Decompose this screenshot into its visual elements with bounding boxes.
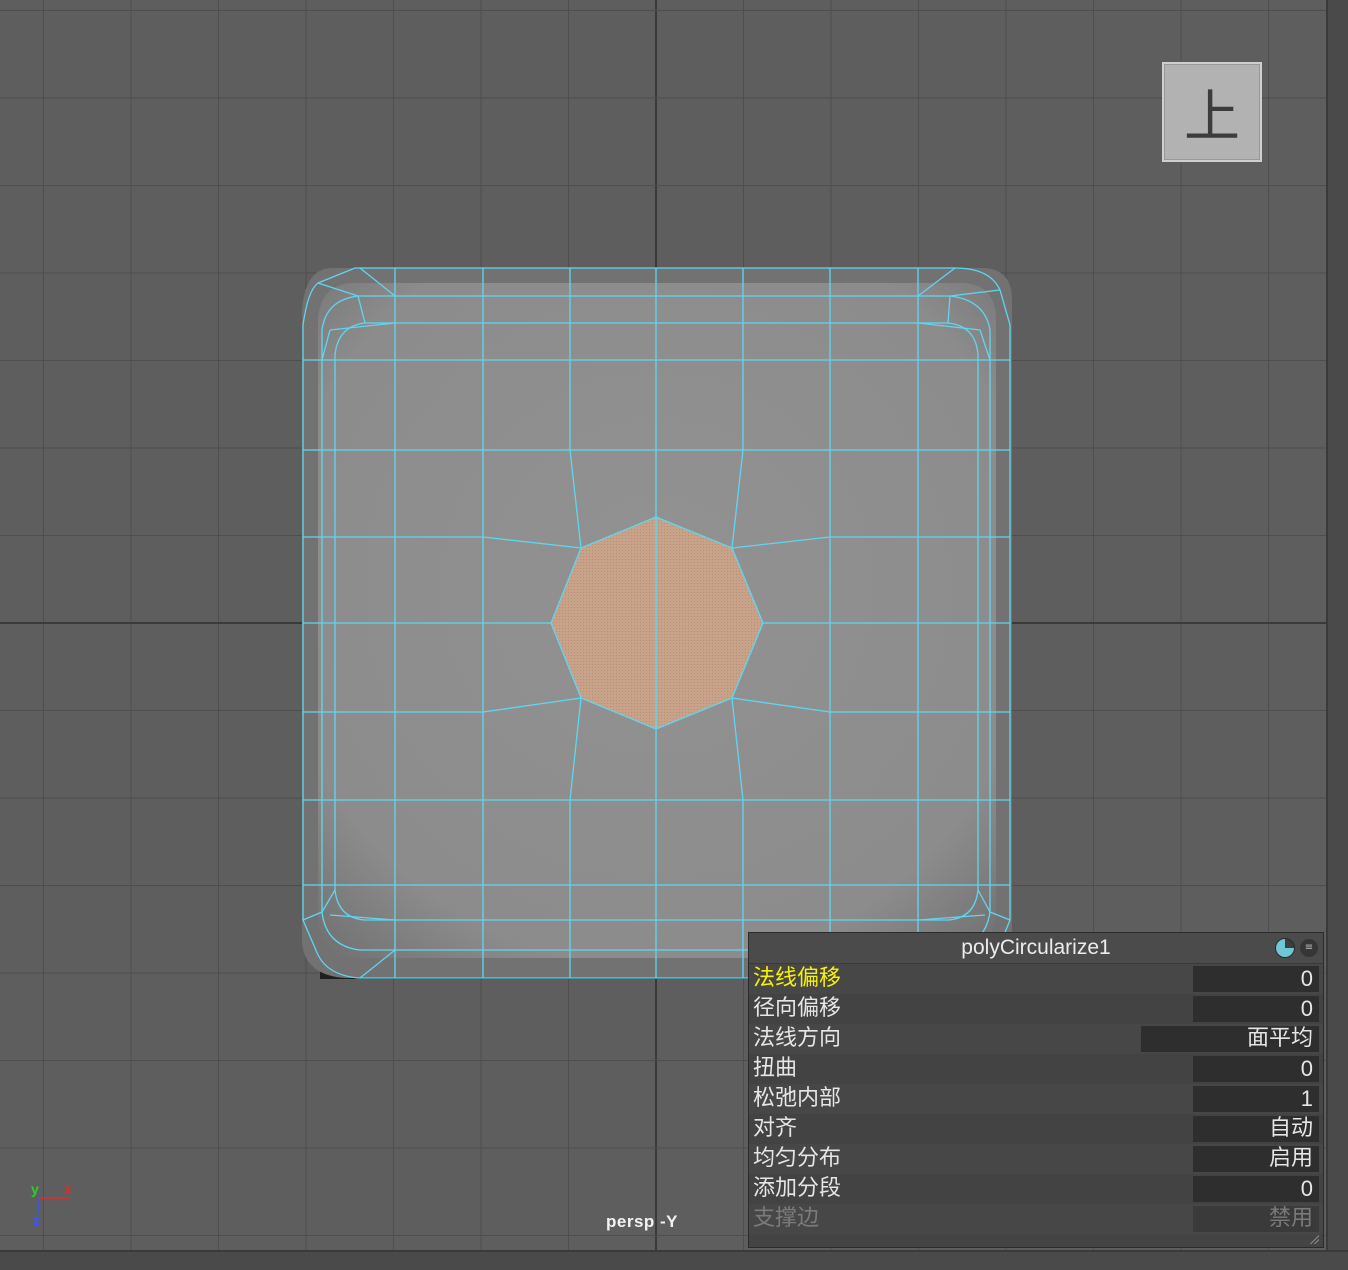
viewport-bottom-border — [0, 1250, 1348, 1270]
attribute-value-field[interactable]: 0 — [1193, 996, 1319, 1022]
attribute-row-twist[interactable]: 扭曲 0 — [749, 1054, 1323, 1084]
attribute-value-dropdown[interactable]: 面平均 — [1141, 1026, 1319, 1052]
attribute-label: 径向偏移 — [753, 996, 842, 1021]
in-view-editor-panel[interactable]: polyCircularize1 ≡ 法线偏移 0 径向偏移 0 法线方向 面平… — [748, 932, 1324, 1248]
attribute-row-radial-offset[interactable]: 径向偏移 0 — [749, 994, 1323, 1024]
panel-title: polyCircularize1 — [961, 936, 1111, 959]
attribute-row-support-edges: 支撑边 禁用 — [749, 1204, 1323, 1234]
pin-icon[interactable] — [1275, 938, 1295, 958]
menu-icon[interactable]: ≡ — [1300, 939, 1318, 957]
attribute-row-normal-direction[interactable]: 法线方向 面平均 — [749, 1024, 1323, 1054]
attribute-row-relax-interior[interactable]: 松弛内部 1 — [749, 1084, 1323, 1114]
axis-z-label: z — [33, 1212, 40, 1228]
attribute-value-field[interactable]: 0 — [1193, 1176, 1319, 1202]
attribute-label: 法线方向 — [753, 1026, 842, 1051]
resize-grip[interactable] — [1309, 1234, 1319, 1244]
selected-octagon-face — [551, 517, 763, 729]
attribute-label: 均匀分布 — [753, 1146, 842, 1171]
attribute-label: 法线偏移 — [753, 966, 842, 991]
mesh-object[interactable] — [302, 267, 1012, 979]
camera-label: persp -Y — [606, 1212, 679, 1231]
attribute-value-dropdown: 禁用 — [1193, 1206, 1319, 1232]
viewcube[interactable]: 上 — [1162, 62, 1262, 162]
attribute-value-dropdown[interactable]: 自动 — [1193, 1116, 1319, 1142]
attribute-label: 松弛内部 — [753, 1086, 842, 1111]
attribute-row-alignment[interactable]: 对齐 自动 — [749, 1114, 1323, 1144]
attribute-value-field[interactable]: 1 — [1193, 1086, 1319, 1112]
panel-header[interactable]: polyCircularize1 ≡ — [749, 933, 1323, 964]
viewcube-face-label: 上 — [1184, 84, 1240, 150]
axis-x-label: x — [64, 1181, 72, 1197]
attribute-row-even-distribution[interactable]: 均匀分布 启用 — [749, 1144, 1323, 1174]
axis-gizmo — [37, 1197, 70, 1214]
attribute-label: 扭曲 — [753, 1056, 798, 1081]
attribute-label: 添加分段 — [753, 1176, 842, 1201]
attribute-value-field[interactable]: 0 — [1193, 966, 1319, 992]
attribute-row-add-segments[interactable]: 添加分段 0 — [749, 1174, 1323, 1204]
attribute-value-field[interactable]: 0 — [1193, 1056, 1319, 1082]
attribute-label: 对齐 — [753, 1116, 798, 1141]
attribute-label: 支撑边 — [753, 1206, 820, 1231]
attribute-row-normal-offset[interactable]: 法线偏移 0 — [749, 964, 1323, 994]
viewport-persp[interactable]: 上 y x z persp -Y polyCircularize1 ≡ 法线偏移… — [0, 0, 1348, 1270]
attribute-value-dropdown[interactable]: 启用 — [1193, 1146, 1319, 1172]
axis-y-label: y — [31, 1181, 39, 1197]
attribute-list: 法线偏移 0 径向偏移 0 法线方向 面平均 扭曲 0 松弛内部 1 对齐 自动 — [749, 964, 1323, 1234]
viewport-right-border — [1326, 0, 1348, 1270]
